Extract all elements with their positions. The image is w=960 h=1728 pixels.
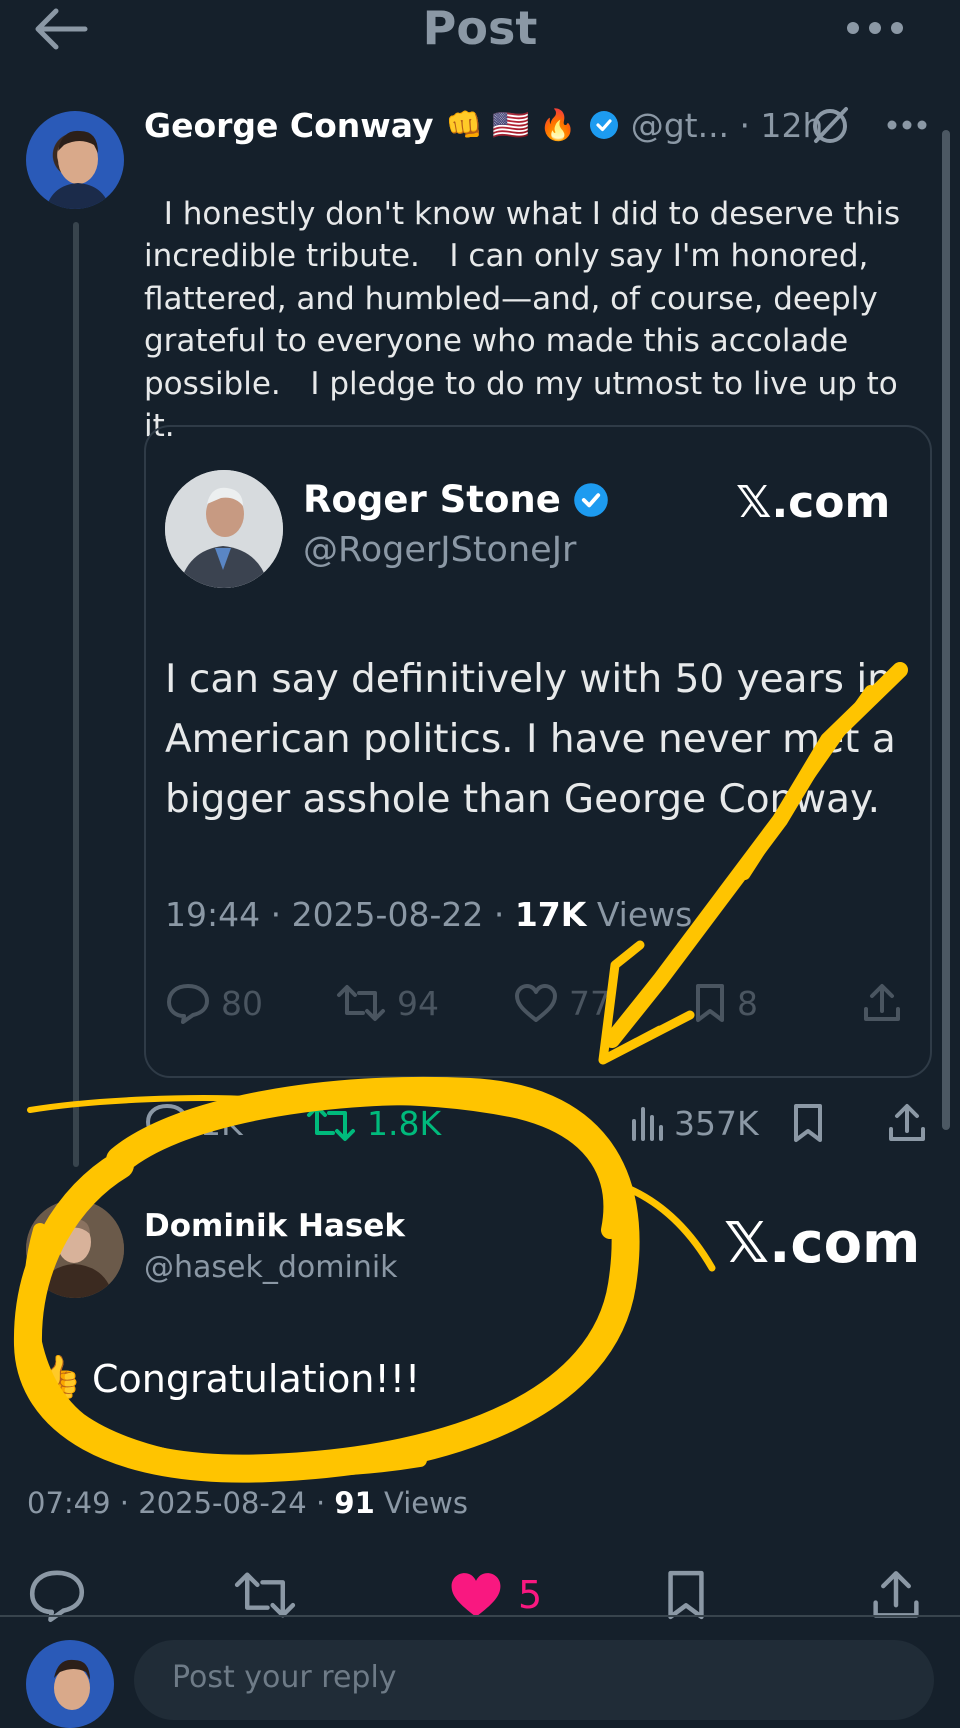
quote-text: I can say definitively with 50 years in … <box>165 657 896 822</box>
quote-timestamp: 19:44 · 2025-08-22 · 17K Views <box>165 895 692 934</box>
verified-badge-icon <box>574 482 608 517</box>
share-icon <box>864 984 900 1021</box>
repost-icon <box>307 1105 355 1141</box>
heart-outline-icon <box>515 984 557 1022</box>
more-options-button[interactable] <box>845 16 905 40</box>
reply-emoji: 👍 <box>30 1352 83 1401</box>
avatar[interactable] <box>26 111 124 209</box>
quote-author-row: Roger Stone <box>303 478 609 521</box>
scrollbar[interactable] <box>942 130 950 1130</box>
reply-input[interactable]: Post your reply <box>134 1640 934 1720</box>
views-button[interactable]: 357K <box>630 1100 759 1146</box>
grok-button[interactable] <box>808 103 852 147</box>
thread-line <box>73 222 79 1167</box>
quote-reply-count: 80 <box>221 983 263 1023</box>
analytics-icon <box>632 1107 663 1141</box>
reply-avatar[interactable] <box>26 1200 124 1298</box>
reply-button[interactable]: 1K <box>144 1100 243 1146</box>
quote-like-count: 77 <box>569 983 611 1023</box>
post-author-row: George Conway 👊 🇺🇸 🔥 @gt... · 12h <box>144 102 823 148</box>
bookmark-button[interactable] <box>791 1100 825 1146</box>
bookmark-icon <box>668 1570 704 1620</box>
repost-icon <box>337 985 385 1021</box>
reply-author-name[interactable]: Dominik Hasek <box>144 1208 405 1244</box>
page-title: Post <box>422 1 538 55</box>
composer-avatar <box>26 1640 114 1728</box>
quote-share-button[interactable] <box>860 980 904 1026</box>
repost-button[interactable]: 1.8K <box>305 1100 441 1146</box>
author-emojis: 👊 🇺🇸 🔥 <box>445 107 577 143</box>
quote-reply-button[interactable]: 80 <box>165 980 263 1026</box>
verified-badge-icon <box>589 111 618 139</box>
reply-watermark: 𝕏.com <box>724 1211 921 1276</box>
share-icon <box>889 1104 925 1141</box>
quote-author-handle: @RogerJStoneJr <box>303 530 577 570</box>
bookmark-icon <box>794 1104 822 1142</box>
reply-author-handle: @hasek_dominik <box>144 1250 398 1285</box>
reply-views-count: 91 <box>334 1486 375 1520</box>
reply-text: Congratulation!!! <box>92 1357 421 1401</box>
post-more-button[interactable] <box>886 118 928 132</box>
divider <box>0 1615 960 1617</box>
heart-filled-icon <box>451 1573 501 1617</box>
quote-watermark: 𝕏.com <box>736 477 891 528</box>
handle-time: @gt... · 12h <box>630 105 824 145</box>
quote-repost-count: 94 <box>397 983 439 1023</box>
quote-author-name[interactable]: Roger Stone <box>303 478 561 521</box>
quote-bookmark-count: 8 <box>737 983 758 1023</box>
quote-views-label: Views <box>596 895 693 934</box>
reply-views-label: Views <box>384 1486 468 1520</box>
repost-icon <box>234 1572 296 1618</box>
reply-icon <box>167 984 209 1024</box>
quote-time-date: 19:44 · 2025-08-22 · <box>165 895 515 934</box>
quote-avatar[interactable] <box>165 470 283 588</box>
quote-views-count: 17K <box>514 895 587 934</box>
quote-like-button[interactable]: 77 <box>513 980 611 1026</box>
more-horizontal-icon <box>847 22 903 34</box>
reply-count: 1K <box>200 1103 243 1143</box>
quote-bookmark-button[interactable]: 8 <box>693 980 758 1026</box>
author-name[interactable]: George Conway <box>144 106 434 145</box>
share-button[interactable] <box>885 1100 929 1146</box>
circle-tail <box>616 1181 716 1272</box>
reply-like-count: 5 <box>518 1573 543 1617</box>
reply-time-date: 07:49 · 2025-08-24 · <box>27 1486 335 1520</box>
quote-repost-button[interactable]: 94 <box>335 980 439 1026</box>
more-horizontal-icon <box>887 120 927 130</box>
views-count: 357K <box>674 1103 759 1143</box>
bookmark-icon <box>696 984 724 1022</box>
post-body: I honestly don't know what I did to dese… <box>144 195 910 445</box>
reply-icon <box>146 1104 188 1144</box>
repost-count: 1.8K <box>367 1103 442 1143</box>
grok-icon <box>813 107 848 143</box>
reply-timestamp: 07:49 · 2025-08-24 · 91 Views <box>27 1486 468 1520</box>
